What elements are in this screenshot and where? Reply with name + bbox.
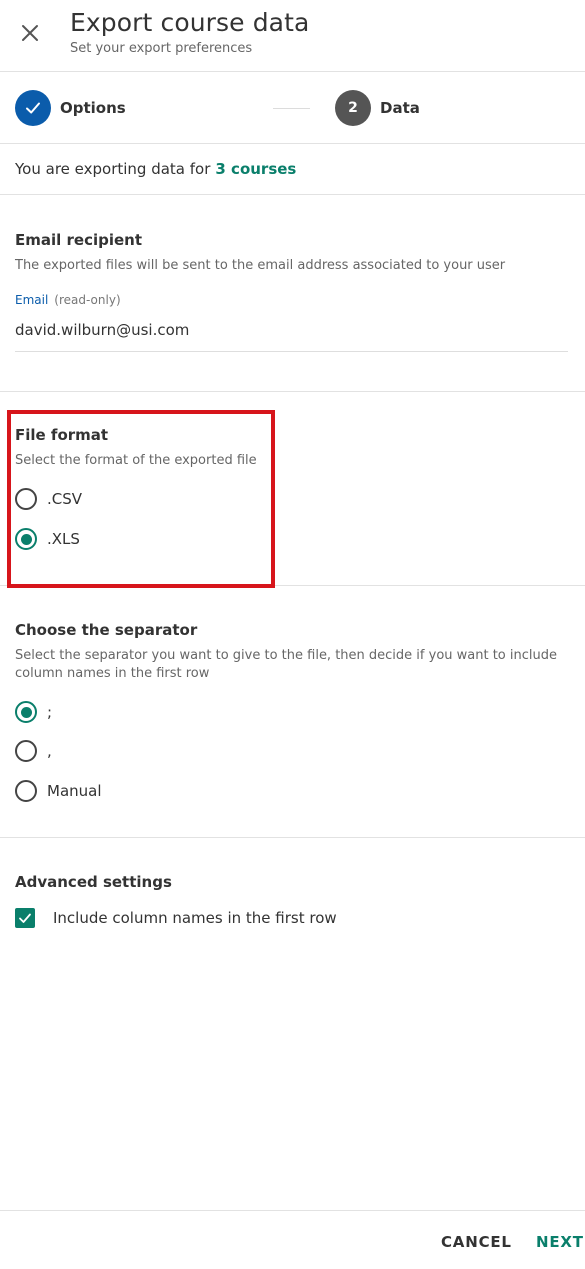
dialog-header: Export course data Set your export prefe… xyxy=(0,0,585,72)
section-description: Select the format of the exported file xyxy=(15,453,257,468)
radio-label: .CSV xyxy=(47,490,83,508)
dialog-subtitle: Set your export preferences xyxy=(70,41,253,56)
email-field-label: Email (read-only) xyxy=(15,293,121,307)
radio-xls[interactable]: .XLS xyxy=(15,528,80,550)
radio-label: Manual xyxy=(47,782,102,800)
advanced-settings-title: Advanced settings xyxy=(15,873,172,891)
section-title: Choose the separator xyxy=(15,621,198,639)
read-only-note: (read-only) xyxy=(54,293,121,307)
email-label-text: Email xyxy=(15,293,49,307)
step-options[interactable]: Options xyxy=(15,90,126,126)
course-count: 3 courses xyxy=(215,160,297,178)
radio-button[interactable] xyxy=(15,701,37,723)
email-section: Email recipient The exported files will … xyxy=(0,195,585,392)
cancel-button[interactable]: CANCEL xyxy=(441,1233,512,1251)
radio-selected-dot xyxy=(20,706,32,718)
radio-button[interactable] xyxy=(15,780,37,802)
step-label: Data xyxy=(380,99,420,117)
radio-button[interactable] xyxy=(15,488,37,510)
radio-button[interactable] xyxy=(15,740,37,762)
step-done-indicator xyxy=(15,90,51,126)
file-format-section: File format Select the format of the exp… xyxy=(0,392,585,586)
radio-semicolon[interactable]: ; xyxy=(15,701,52,723)
step-number: 2 xyxy=(335,90,371,126)
radio-csv[interactable]: .CSV xyxy=(15,488,82,510)
radio-selected-dot xyxy=(20,533,32,545)
radio-button[interactable] xyxy=(15,528,37,550)
email-field: david.wilburn@usi.com xyxy=(15,321,190,339)
field-underline xyxy=(15,351,568,352)
section-title: File format xyxy=(15,426,109,444)
checkbox[interactable] xyxy=(15,908,35,928)
section-description: Select the separator you want to give to… xyxy=(15,648,557,681)
include-column-names-checkbox[interactable]: Include column names in the first row xyxy=(15,908,337,928)
export-summary: You are exporting data for 3 courses xyxy=(0,144,585,195)
step-data[interactable]: 2 Data xyxy=(335,90,420,126)
dialog-title: Export course data xyxy=(70,8,310,37)
stepper: Options 2 Data xyxy=(0,72,585,144)
radio-label: .XLS xyxy=(47,530,80,548)
step-label: Options xyxy=(60,99,126,117)
summary-text: You are exporting data for xyxy=(15,160,211,178)
checkbox-label: Include column names in the first row xyxy=(53,909,337,927)
close-icon[interactable] xyxy=(21,24,39,42)
dialog-footer: CANCEL NEXT xyxy=(0,1210,585,1269)
section-title: Email recipient xyxy=(15,231,143,249)
radio-label: ; xyxy=(47,703,53,721)
check-icon xyxy=(26,102,40,114)
check-icon xyxy=(19,913,31,923)
next-button[interactable]: NEXT xyxy=(536,1233,584,1251)
radio-comma[interactable]: , xyxy=(15,740,52,762)
close-button[interactable] xyxy=(14,17,46,49)
separator-section: Choose the separator Select the separato… xyxy=(0,586,585,838)
radio-label: , xyxy=(47,742,52,760)
step-connector xyxy=(273,108,310,109)
section-description: The exported files will be sent to the e… xyxy=(15,258,506,273)
radio-manual[interactable]: Manual xyxy=(15,780,102,802)
